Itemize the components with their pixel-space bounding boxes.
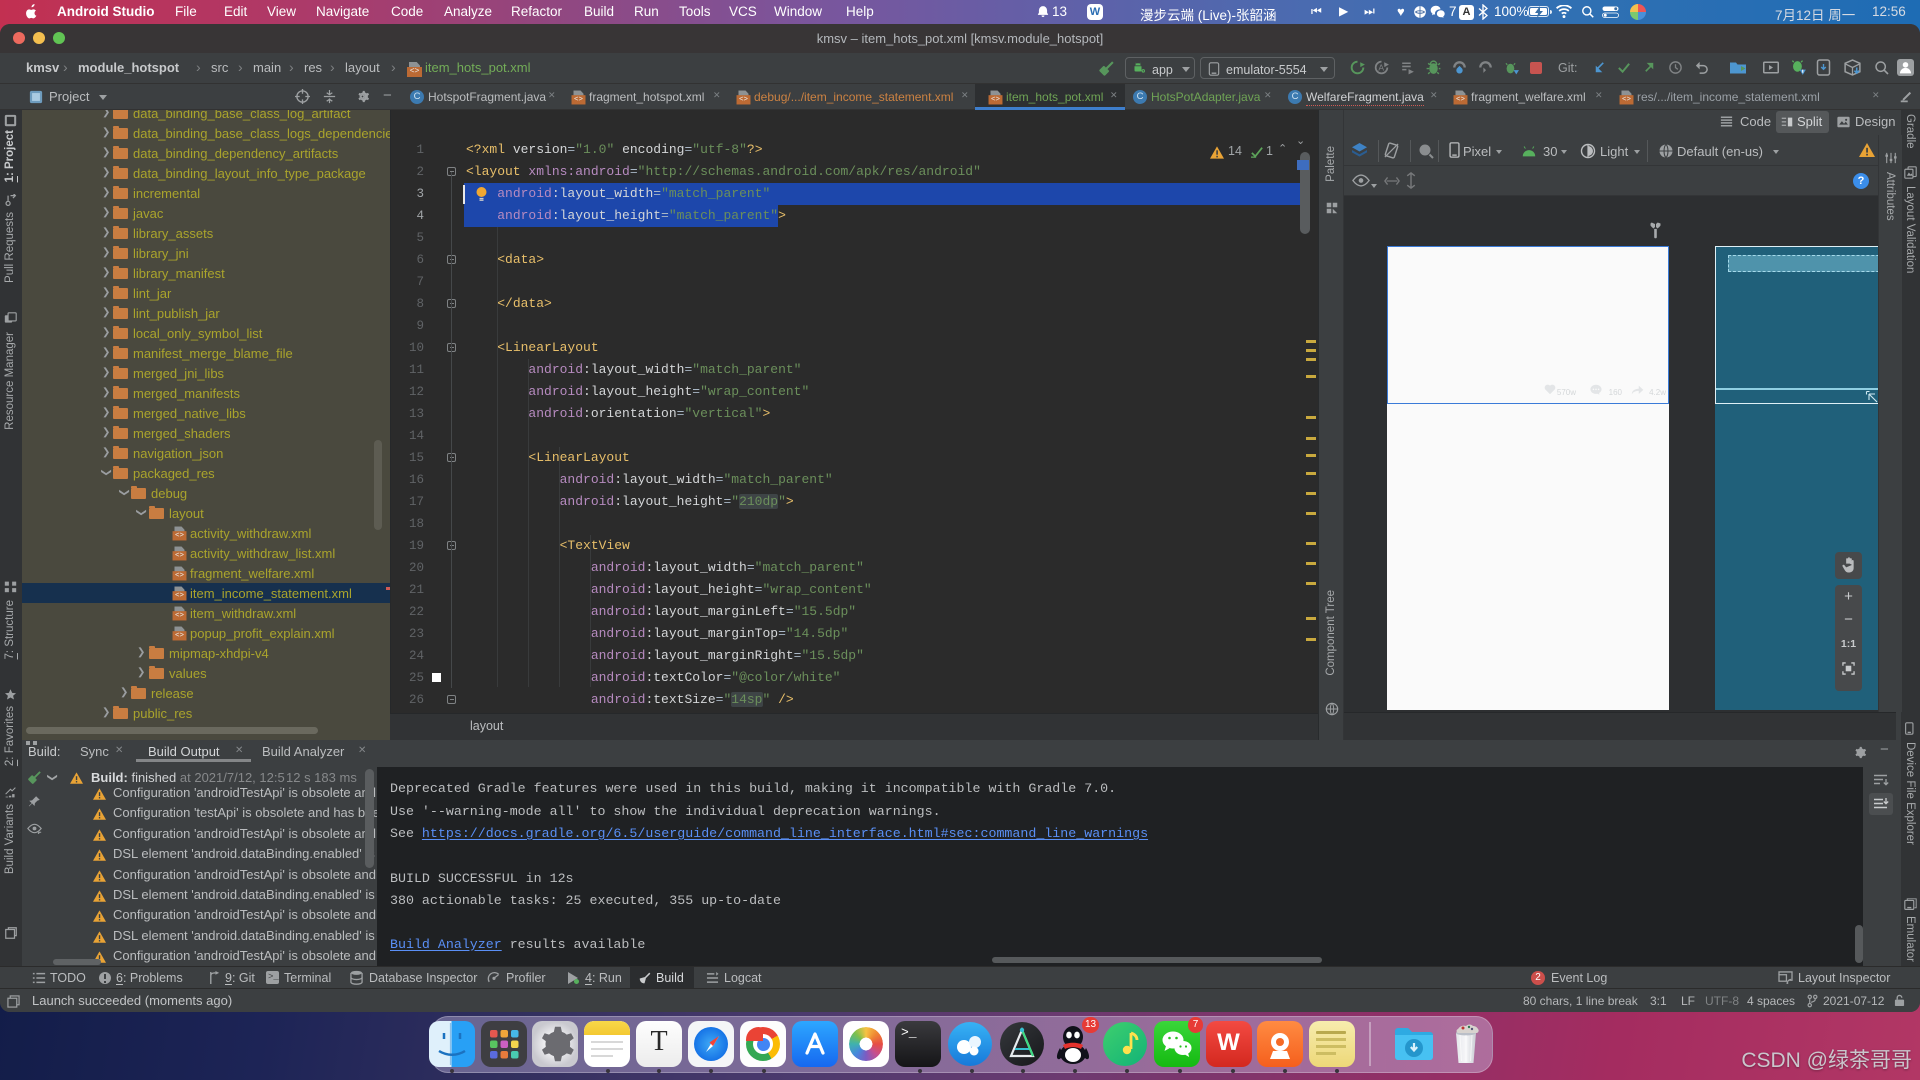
svg-text:A: A [1378,63,1384,73]
